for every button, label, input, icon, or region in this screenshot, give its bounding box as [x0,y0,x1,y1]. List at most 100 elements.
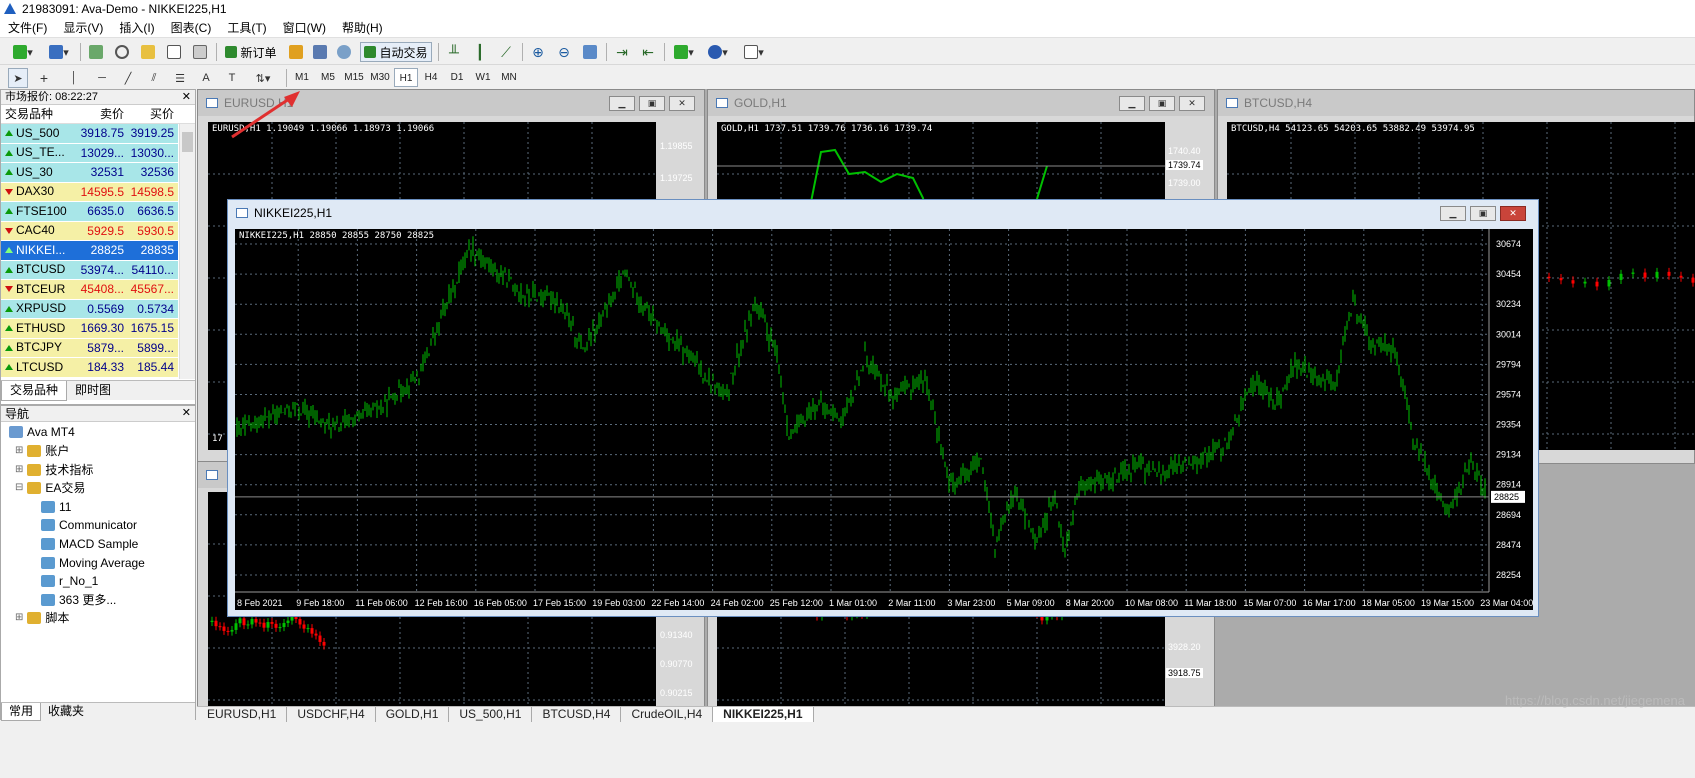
menu-view[interactable]: 显示(V) [55,18,111,38]
chart-tab[interactable]: CrudeOIL,H4 [621,707,714,722]
chart-tab[interactable]: BTCUSD,H4 [532,707,622,722]
tab-symbols[interactable]: 交易品种 [1,381,68,401]
fibonacci-tool[interactable]: ☰ [170,68,190,88]
chart-window-nikkei[interactable]: NIKKEI225,H1 ▁ ▣ ✕ NIKKEI225,H1 28850 28… [227,199,1539,617]
zoom-out-button[interactable]: ⊖ [554,42,574,62]
zoom-in-button[interactable]: ⊕ [528,42,548,62]
maximize-button[interactable]: ▣ [639,96,665,111]
nav-item[interactable]: Communicator [41,516,137,534]
cursor-tool[interactable]: ➤ [8,68,28,88]
chart-tab[interactable]: EURUSD,H1 [197,707,288,722]
strategy-tester-button[interactable] [190,42,210,62]
chart-window-titlebar[interactable]: NIKKEI225,H1 [228,200,1538,226]
expand-icon[interactable]: ⊞ [15,609,23,627]
templates-button[interactable]: ▾ [740,42,768,62]
tf-d1[interactable]: D1 [445,68,469,87]
periods-button[interactable]: ▾ [704,42,732,62]
market-watch-row[interactable]: US_30 32531 32536 [1,163,178,183]
trendline-tool[interactable]: ╱ [118,68,138,88]
new-chart-button[interactable]: ▾ [8,42,38,62]
market-watch-row[interactable]: XRPUSD 0.5569 0.5734 [1,299,178,319]
expand-icon[interactable]: ⊞ [15,461,23,479]
tf-h1[interactable]: H1 [394,68,418,87]
nav-item[interactable]: r_No_1 [41,572,98,590]
col-symbol[interactable]: 交易品种 [1,105,77,123]
terminal-button[interactable] [164,42,184,62]
menu-file[interactable]: 文件(F) [0,18,55,38]
crosshair-tool[interactable]: + [34,68,54,88]
profiles-button[interactable]: ▾ [44,42,74,62]
tab-favorites[interactable]: 收藏夹 [41,703,91,720]
nav-item[interactable]: ⊟ EA交易 [15,479,85,497]
market-watch-row[interactable]: US_500 3918.75 3919.25 [1,124,178,144]
minimize-button[interactable]: ▁ [609,96,635,111]
nav-root[interactable]: Ava MT4 [9,423,75,441]
chart-shift-button[interactable]: ⇤ [638,42,658,62]
collapse-icon[interactable]: ⊟ [15,479,23,497]
tab-tick-chart[interactable]: 即时图 [67,381,119,400]
market-watch-row[interactable]: DAX30 14595.5 14598.5 [1,182,178,202]
close-icon[interactable]: ✕ [182,406,191,421]
chart-tab[interactable]: GOLD,H1 [376,707,450,722]
market-button[interactable] [334,42,354,62]
nav-item[interactable]: ⊞ 脚本 [15,609,69,627]
market-watch-row[interactable]: BTCEUR 45408... 45567... [1,280,178,300]
text-tool[interactable]: A [196,68,216,88]
chart-tab-active[interactable]: NIKKEI225,H1 [713,707,814,722]
new-order-button[interactable]: 新订单 [222,42,280,62]
indicators-button[interactable]: ▾ [670,42,698,62]
channel-tool[interactable]: ⫽ [144,68,164,88]
market-watch-row[interactable]: BTCJPY 5879... 5899... [1,338,178,358]
menu-help[interactable]: 帮助(H) [334,18,391,38]
market-watch-row[interactable]: ETHUSD 1669.30 1675.15 [1,319,178,339]
nav-item[interactable]: MACD Sample [41,535,138,553]
market-watch-row[interactable]: LTCUSD 184.33 185.44 [1,358,178,378]
market-watch-row[interactable]: FTSE100 6635.0 6636.5 [1,202,178,222]
horizontal-line-tool[interactable]: ─ [92,68,112,88]
metaeditor-button[interactable] [286,42,306,62]
menu-insert[interactable]: 插入(I) [111,18,162,38]
close-button[interactable]: ✕ [1500,206,1526,221]
nav-item[interactable]: 363 更多... [41,591,116,609]
market-watch-row[interactable]: BTCUSD 53974... 54110... [1,260,178,280]
minimize-button[interactable]: ▁ [1440,206,1466,221]
signals-button[interactable] [310,42,330,62]
tf-m1[interactable]: M1 [290,68,314,87]
nav-item[interactable]: ⊞ 账户 [15,442,69,460]
tab-common[interactable]: 常用 [1,703,42,721]
close-button[interactable]: ✕ [669,96,695,111]
menu-window[interactable]: 窗口(W) [275,18,334,38]
tf-m30[interactable]: M30 [367,68,393,87]
vertical-line-tool[interactable]: │ [64,68,84,88]
menu-tools[interactable]: 工具(T) [219,18,274,38]
expand-icon[interactable]: ⊞ [15,442,23,460]
chart-tab[interactable]: USDCHF,H4 [287,707,376,722]
market-watch-row[interactable]: CAC40 5929.5 5930.5 [1,221,178,241]
col-bid[interactable]: 卖价 [77,105,127,123]
col-ask[interactable]: 买价 [127,105,177,123]
tf-h4[interactable]: H4 [419,68,443,87]
bar-chart-button[interactable]: ╨ [444,42,464,62]
line-chart-button[interactable]: ⟋ [496,42,516,62]
market-watch-row[interactable]: US_TE... 13029... 13030... [1,143,178,163]
close-button[interactable]: ✕ [1179,96,1205,111]
nikkei-chart[interactable]: NIKKEI225,H1 28850 28855 28750 28825 306… [235,229,1533,610]
tf-m15[interactable]: M15 [341,68,367,87]
close-icon[interactable]: ✕ [182,90,191,105]
data-window-button[interactable] [112,42,132,62]
minimize-button[interactable]: ▁ [1119,96,1145,111]
nav-item[interactable]: 11 [41,498,71,516]
navigator-button[interactable] [138,42,158,62]
chart-tab[interactable]: US_500,H1 [449,707,533,722]
chart-window-titlebar[interactable]: BTCUSD,H4 [1218,90,1694,116]
market-watch-button[interactable] [86,42,106,62]
auto-trading-button[interactable]: 自动交易 [360,42,432,62]
candlestick-button[interactable]: ┃ [470,42,490,62]
maximize-button[interactable]: ▣ [1149,96,1175,111]
tf-w1[interactable]: W1 [471,68,495,87]
arrows-tool[interactable]: ⇅▾ [248,68,278,88]
maximize-button[interactable]: ▣ [1470,206,1496,221]
text-label-tool[interactable]: T [222,68,242,88]
market-watch-row[interactable]: NIKKEI... 28825 28835 [1,241,178,261]
tile-windows-button[interactable] [580,42,600,62]
